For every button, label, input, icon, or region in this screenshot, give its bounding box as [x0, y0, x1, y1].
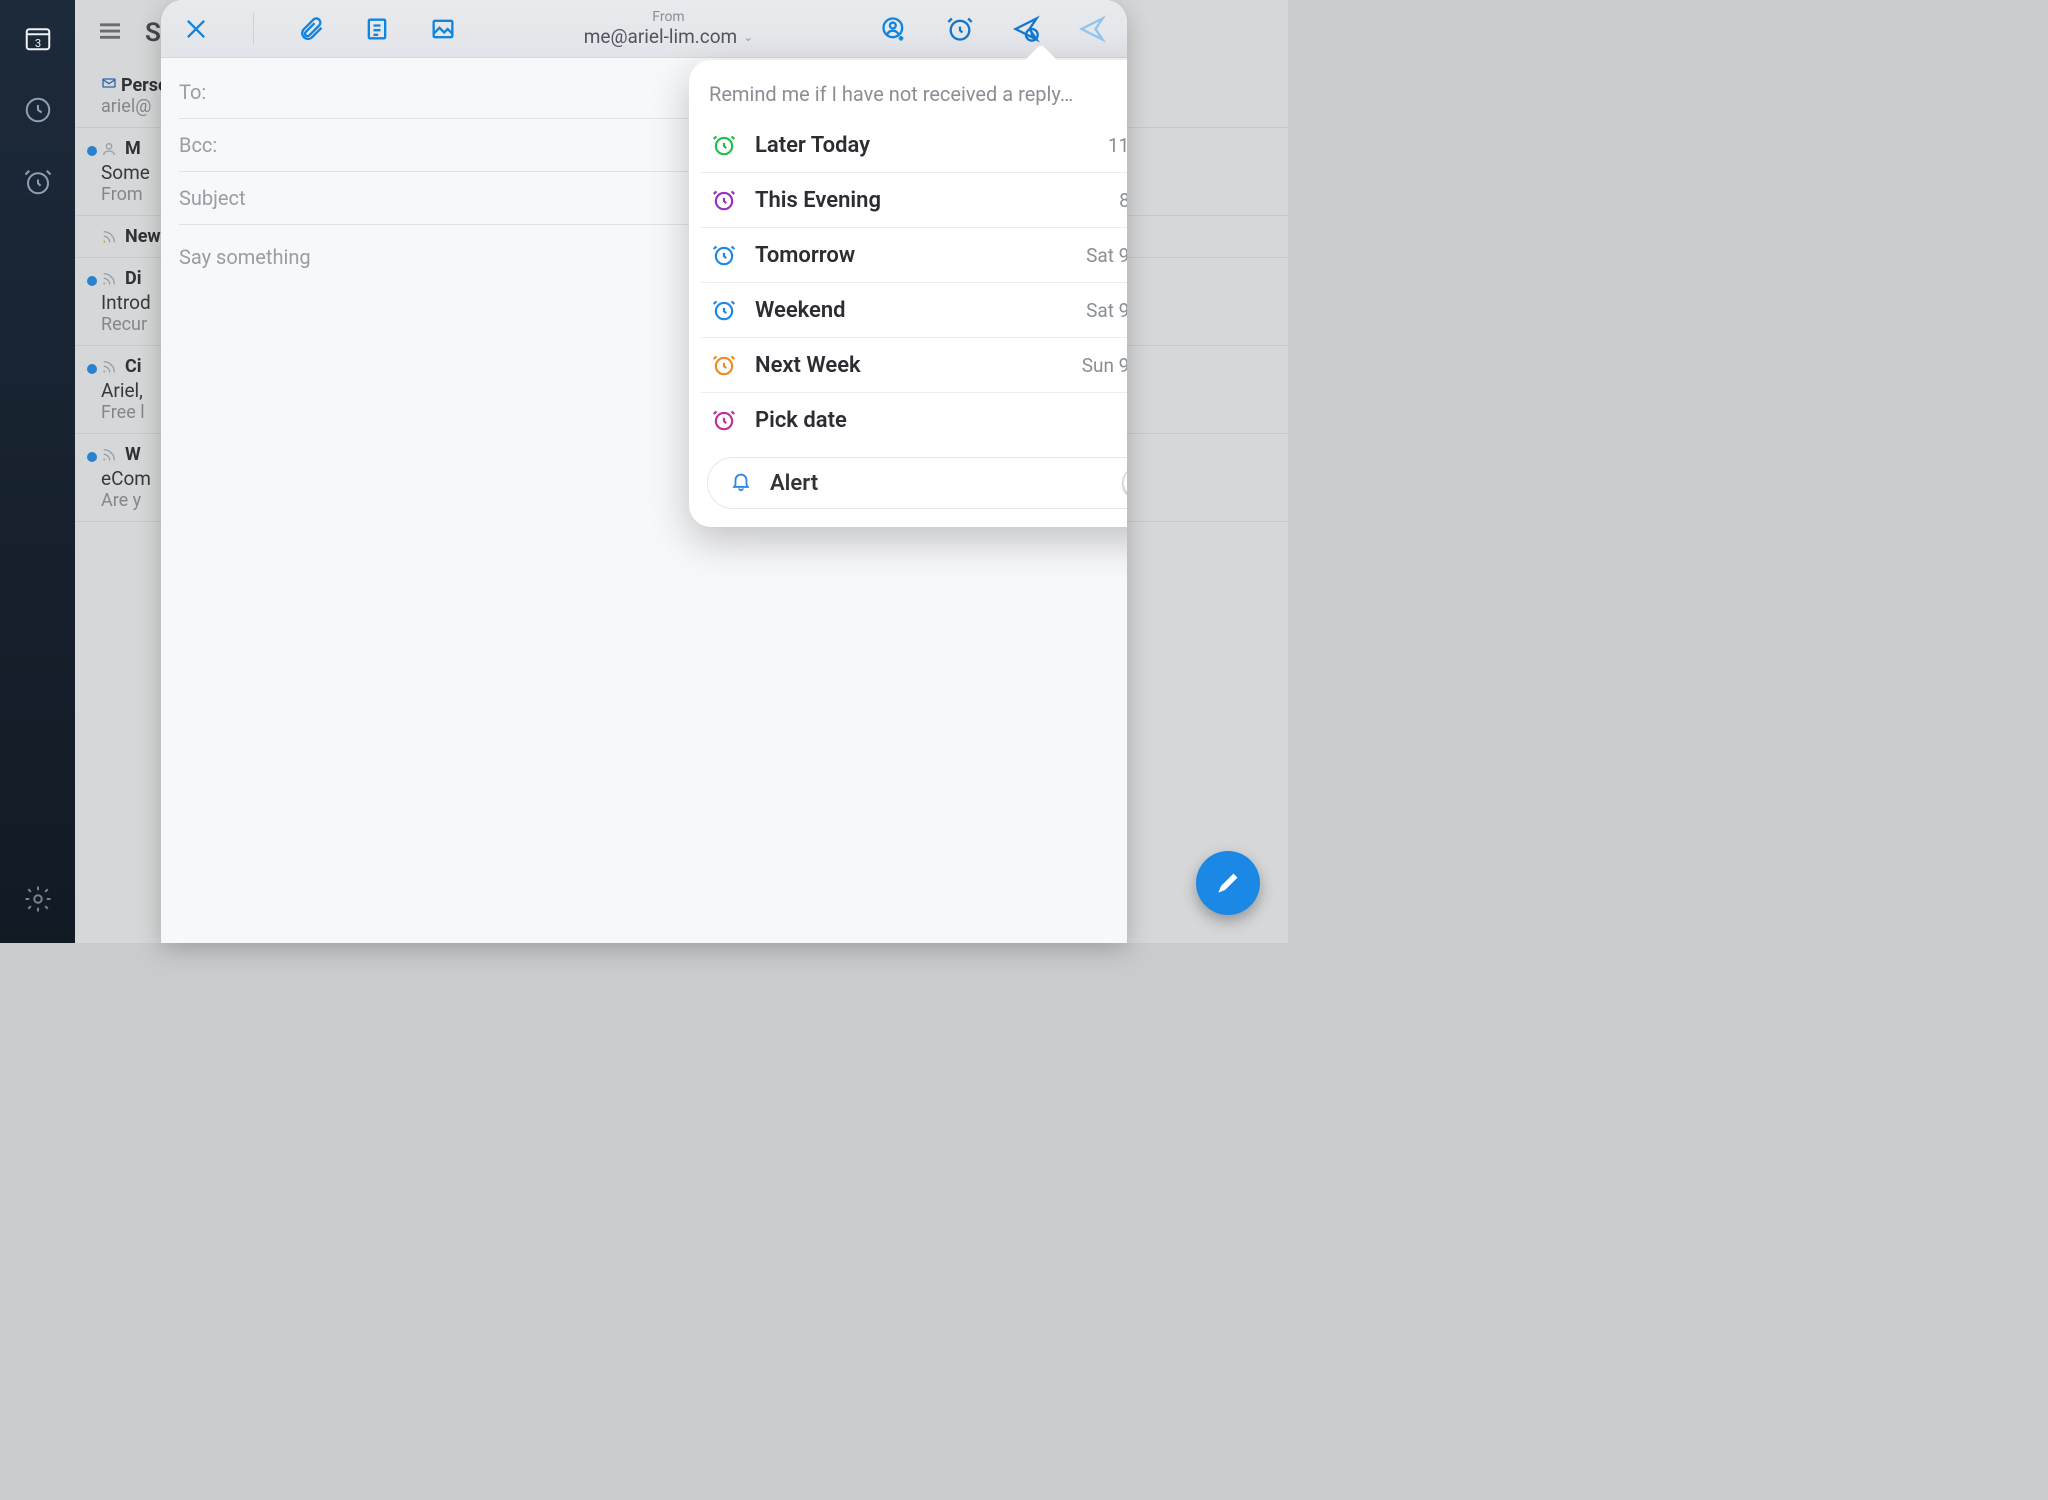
option-time: 11:30 AM	[1108, 134, 1127, 157]
send-later-icon[interactable]	[1009, 12, 1043, 46]
alert-switch[interactable]	[1122, 466, 1127, 500]
option-label: Tomorrow	[755, 243, 1070, 268]
from-selector[interactable]: From me@ariel-lim.com ⌄	[460, 9, 877, 48]
image-icon[interactable]	[426, 12, 460, 46]
reminder-icon[interactable]	[943, 12, 977, 46]
settings-icon[interactable]	[20, 881, 56, 917]
alarm-icon	[709, 185, 739, 215]
alert-label: Alert	[770, 471, 1104, 496]
send-icon[interactable]	[1075, 12, 1109, 46]
option-label: Pick date	[755, 408, 1127, 433]
clock-icon[interactable]	[20, 92, 56, 128]
alarm-icon	[709, 240, 739, 270]
option-time: 8:00 PM	[1119, 189, 1127, 212]
alarm-icon	[709, 350, 739, 380]
option-time: Sun 9:00 AM	[1082, 354, 1127, 377]
reminder-popover: Remind me if I have not received a reply…	[689, 60, 1127, 527]
alarm-icon	[709, 405, 739, 435]
alert-toggle-row: Alert	[707, 457, 1127, 509]
reminder-option-pick-date[interactable]: Pick date ›	[701, 393, 1127, 447]
reminder-option-weekend[interactable]: Weekend Sat 9:00 AM	[701, 283, 1127, 338]
template-icon[interactable]	[360, 12, 394, 46]
option-label: This Evening	[755, 188, 1103, 213]
reminder-option-next-week[interactable]: Next Week Sun 9:00 AM	[701, 338, 1127, 393]
option-time: Sat 9:00 AM	[1086, 299, 1127, 322]
alarm-icon	[709, 295, 739, 325]
calendar-icon[interactable]: 3	[20, 20, 56, 56]
compose-toolbar: From me@ariel-lim.com ⌄	[161, 0, 1127, 58]
reminder-option-this-evening[interactable]: This Evening 8:00 PM	[701, 173, 1127, 228]
compose-fab[interactable]	[1196, 851, 1260, 915]
option-time: Sat 9:00 AM	[1086, 244, 1127, 267]
from-value: me@ariel-lim.com	[584, 25, 738, 48]
option-label: Weekend	[755, 298, 1070, 323]
close-icon[interactable]	[179, 12, 213, 46]
svg-text:3: 3	[34, 37, 40, 50]
compose-panel: From me@ariel-lim.com ⌄ To: Bcc: Subject	[161, 0, 1127, 943]
reminder-options: Later Today 11:30 AM This Evening 8:00 P…	[701, 118, 1127, 447]
add-contact-icon[interactable]	[877, 12, 911, 46]
popover-title: Remind me if I have not received a reply…	[701, 76, 1127, 118]
option-label: Next Week	[755, 353, 1066, 378]
alarm-icon	[709, 130, 739, 160]
alarm-icon[interactable]	[20, 164, 56, 200]
divider	[253, 13, 254, 45]
attachment-icon[interactable]	[294, 12, 328, 46]
reminder-option-later-today[interactable]: Later Today 11:30 AM	[701, 118, 1127, 173]
from-label: From	[460, 9, 877, 25]
chevron-down-icon: ⌄	[743, 30, 753, 44]
option-label: Later Today	[755, 133, 1092, 158]
bell-icon	[730, 470, 752, 496]
nav-rail: 3	[0, 0, 75, 943]
reminder-option-tomorrow[interactable]: Tomorrow Sat 9:00 AM	[701, 228, 1127, 283]
